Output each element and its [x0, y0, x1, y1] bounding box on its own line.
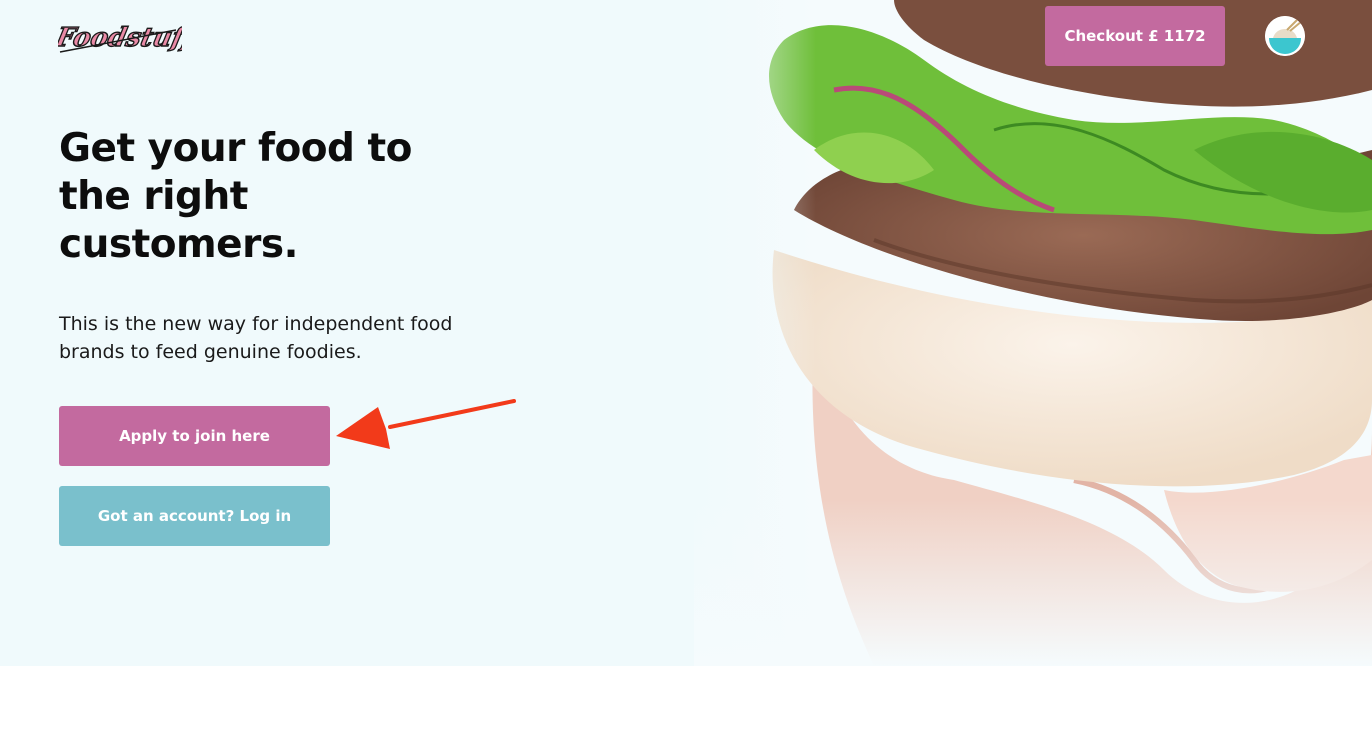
- burger-illustration: [694, 0, 1372, 666]
- apply-to-join-button[interactable]: Apply to join here: [59, 406, 330, 466]
- login-button[interactable]: Got an account? Log in: [59, 486, 330, 546]
- food-bowl-icon: [1265, 16, 1305, 56]
- logo-wordmark-icon: Foodstuff: [52, 22, 202, 54]
- foodstuff-logo[interactable]: Foodstuff: [52, 12, 202, 58]
- hero-headline: Get your food to the right customers.: [59, 126, 412, 267]
- user-avatar[interactable]: [1265, 16, 1305, 56]
- hero-section: Foodstuff Get your food to the right cus…: [0, 0, 1372, 666]
- hero-burger-image: [694, 0, 1372, 666]
- red-arrow-icon: [330, 395, 520, 457]
- hero-subtitle: This is the new way for independent food…: [59, 313, 453, 363]
- checkout-button[interactable]: Checkout £ 1172: [1045, 6, 1225, 66]
